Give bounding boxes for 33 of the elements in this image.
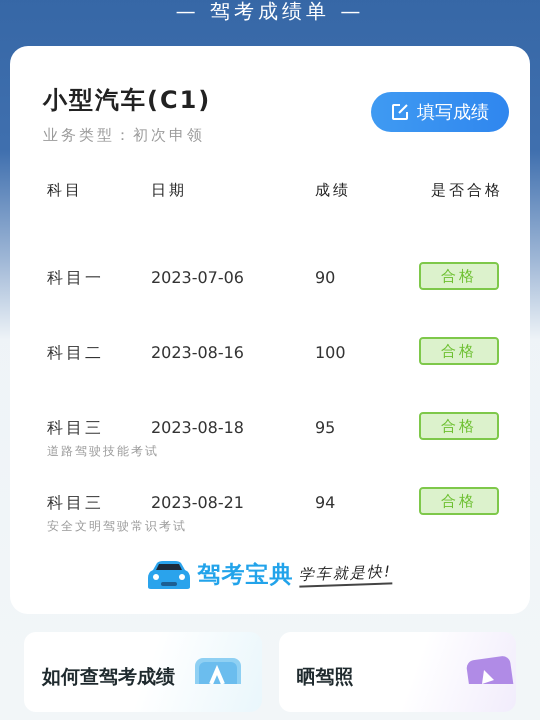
column-header: 日期	[151, 180, 188, 201]
result-tag: 合格	[419, 262, 499, 290]
exam-score: 90	[315, 268, 336, 287]
exam-date: 2023-08-16	[151, 343, 245, 362]
link-title: 如何查驾考成绩	[42, 665, 175, 690]
license-type: 小型汽车(C1)	[43, 85, 212, 116]
result-tag: 合格	[419, 412, 499, 440]
column-header: 成绩	[315, 180, 352, 201]
subject-name: 科目一	[47, 268, 105, 289]
subject-name: 科目三	[47, 493, 105, 514]
exam-date: 2023-08-18	[151, 418, 245, 437]
exam-date: 2023-07-06	[151, 268, 245, 287]
exam-score: 100	[315, 343, 347, 362]
column-header: 是否合格	[430, 180, 503, 201]
link-title: 晒驾照	[296, 665, 354, 690]
edit-icon	[391, 103, 409, 121]
result-tag: 合格	[419, 337, 499, 365]
page-title: — 驾考成绩单 —	[176, 0, 364, 25]
link-card[interactable]: 如何查驾考成绩	[24, 632, 262, 712]
subject-note: 安全文明驾驶常识考试	[47, 518, 187, 534]
subject-name: 科目三	[47, 418, 105, 439]
subject-note: 道路驾驶技能考试	[47, 443, 159, 459]
brand-name: 驾考宝典	[197, 561, 294, 590]
business-type: 业务类型：初次申领	[43, 126, 206, 145]
exam-score: 94	[315, 493, 336, 512]
column-header: 科目	[47, 180, 84, 201]
exam-date: 2023-08-21	[151, 493, 245, 512]
brand-slogan: 学车就是快!	[299, 562, 393, 588]
link-card[interactable]: 晒驾照	[278, 632, 516, 712]
car-icon	[147, 560, 192, 590]
result-tag: 合格	[419, 487, 499, 515]
subject-name: 科目二	[47, 343, 105, 364]
exam-score: 95	[315, 418, 336, 437]
